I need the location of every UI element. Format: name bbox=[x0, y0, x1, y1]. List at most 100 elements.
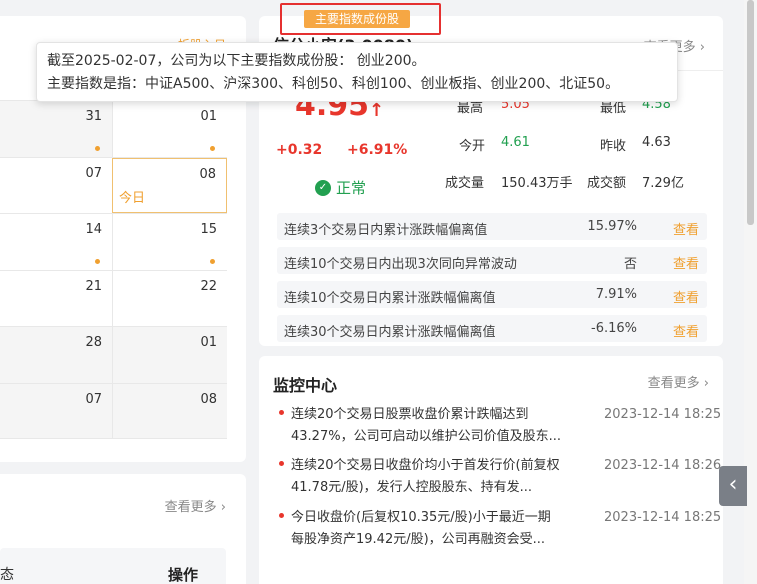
chevron-left-icon: ‹ bbox=[728, 472, 738, 497]
calendar-day[interactable]: 07 bbox=[0, 383, 112, 438]
chevron-right-icon: › bbox=[703, 376, 709, 391]
view-link[interactable]: 查看 bbox=[673, 253, 699, 272]
day-number: 01 bbox=[200, 335, 217, 350]
calendar-day[interactable]: 21 bbox=[0, 270, 112, 326]
monitor-title: 监控中心 bbox=[273, 376, 338, 395]
stat-volume: 成交量 bbox=[445, 172, 484, 191]
bullet-icon bbox=[279, 513, 284, 518]
stat-label: 昨收 bbox=[600, 139, 627, 154]
today-label: 今日 bbox=[119, 191, 146, 206]
metric-row: 连续10个交易日内出现3次同向异常波动 否 查看 bbox=[277, 247, 707, 274]
calendar-day[interactable]: 07 bbox=[0, 157, 112, 213]
view-more-label: 查看更多 bbox=[164, 500, 217, 515]
event-dot bbox=[95, 258, 100, 264]
tooltip-line: 截至2025-02-07，公司为以下主要指数成份股： 创业200。 bbox=[47, 53, 426, 69]
view-more-label: 查看更多 bbox=[647, 376, 700, 391]
collapse-panel-button[interactable]: ‹ bbox=[719, 466, 747, 506]
stat-amount: 成交额 bbox=[587, 172, 626, 191]
metric-label: 连续3个交易日内累计涨跌幅偏离值 bbox=[284, 223, 488, 238]
calendar-day[interactable]: 08 bbox=[112, 383, 227, 438]
column-header-actions: 操作 bbox=[167, 566, 198, 584]
stat-label: 成交量 bbox=[445, 176, 485, 191]
metric-value: -6.16% bbox=[591, 321, 637, 336]
calendar-row: 07 08 bbox=[0, 382, 227, 439]
day-number: 08 bbox=[200, 391, 217, 407]
day-number: 22 bbox=[200, 278, 217, 294]
highlight-box bbox=[280, 3, 441, 35]
price-change: +0.32 bbox=[276, 142, 323, 158]
metric-value: 15.97% bbox=[587, 219, 637, 234]
event-dot bbox=[210, 258, 215, 264]
monitor-text: 连续20个交易日股票收盘价累计跌幅达到43.27%，公司可启动以维护公司价值及股… bbox=[291, 407, 561, 444]
stat-label: 成交额 bbox=[587, 176, 627, 191]
calendar-day[interactable]: 01 bbox=[112, 101, 227, 157]
stat-open-value: 4.61 bbox=[501, 135, 530, 150]
price-change-pct: +6.91% bbox=[347, 142, 408, 158]
calendar-day[interactable]: 28 bbox=[0, 327, 112, 383]
scrollbar-thumb[interactable] bbox=[747, 0, 754, 225]
check-circle-icon: ✓ bbox=[315, 179, 331, 196]
metric-value: 7.91% bbox=[595, 287, 637, 302]
view-link[interactable]: 查看 bbox=[673, 321, 699, 340]
day-number: 15 bbox=[200, 222, 217, 237]
calendar-day[interactable]: 01 bbox=[112, 327, 227, 383]
event-dot bbox=[210, 145, 215, 151]
view-link[interactable]: 查看 bbox=[673, 219, 699, 238]
metric-label: 连续30个交易日内累计涨跌幅偏离值 bbox=[284, 325, 496, 340]
monitor-text: 今日收盘价(后复权10.35元/股)小于最近一期每股净资产19.42元/股)，公… bbox=[291, 510, 551, 547]
index-tooltip: 截至2025-02-07，公司为以下主要指数成份股： 创业200。 主要指数是指… bbox=[36, 42, 678, 102]
view-more-link[interactable]: 查看更多 › bbox=[648, 372, 709, 391]
metric-label: 连续10个交易日内出现3次同向异常波动 bbox=[284, 257, 517, 272]
calendar-row: 28 01 bbox=[0, 326, 227, 383]
tooltip-line: 主要指数是指：中证A500、沪深300、科创50、科创100、创业板指、创业20… bbox=[47, 76, 620, 92]
calendar-row: 14 15 bbox=[0, 213, 227, 270]
metric-row: 连续10个交易日内累计涨跌幅偏离值 7.91% 查看 bbox=[277, 281, 707, 308]
metric-row: 连续3个交易日内累计涨跌幅偏离值 15.97% 查看 bbox=[277, 213, 707, 240]
bullet-icon bbox=[279, 410, 284, 415]
stat-label: 最低 bbox=[600, 101, 627, 116]
monitor-text: 连续20个交易日收盘价均小于首发行价(前复权41.78元/股)，发行人控股股东、… bbox=[291, 458, 560, 495]
monitor-date: 2023-12-14 18:25 bbox=[604, 407, 722, 422]
calendar-day[interactable]: 14 bbox=[0, 214, 112, 270]
column-header: 态 bbox=[0, 567, 14, 583]
view-more-link[interactable]: 查看更多 › bbox=[165, 496, 226, 515]
calendar-grid: 31 01 07 08 今日 14 15 21 22 28 01 07 08 bbox=[0, 100, 227, 439]
calendar-day[interactable]: 15 bbox=[112, 214, 227, 270]
metric-row: 连续30个交易日内累计涨跌幅偏离值 -6.16% 查看 bbox=[277, 315, 707, 342]
monitor-card: 监控中心 查看更多 › 连续20个交易日股票收盘价累计跌幅达到43.27%，公司… bbox=[259, 356, 723, 584]
stat-amount-value: 7.29亿 bbox=[642, 176, 684, 191]
monitor-item[interactable]: 今日收盘价(后复权10.35元/股)小于最近一期每股净资产19.42元/股)，公… bbox=[277, 507, 721, 551]
stat-volume-value: 150.43万手 bbox=[501, 176, 573, 191]
stat-prev: 昨收 bbox=[600, 135, 626, 154]
metric-label: 连续10个交易日内累计涨跌幅偏离值 bbox=[284, 291, 496, 306]
monitor-item[interactable]: 连续20个交易日股票收盘价累计跌幅达到43.27%，公司可启动以维护公司价值及股… bbox=[277, 404, 721, 448]
chevron-right-icon: › bbox=[699, 40, 705, 55]
stat-label: 今开 bbox=[459, 139, 486, 154]
calendar-row: 21 22 bbox=[0, 269, 227, 326]
monitor-date: 2023-12-14 18:25 bbox=[604, 510, 722, 525]
chevron-right-icon: › bbox=[220, 500, 226, 515]
calendar-row: 31 01 bbox=[0, 100, 227, 157]
monitor-item[interactable]: 连续20个交易日收盘价均小于首发行价(前复权41.78元/股)，发行人控股股东、… bbox=[277, 455, 721, 499]
day-number: 31 bbox=[85, 109, 102, 124]
stat-open: 今开 bbox=[459, 135, 485, 154]
event-dot bbox=[95, 145, 100, 151]
calendar-day[interactable]: 31 bbox=[0, 101, 112, 157]
status-label: 正常 bbox=[336, 179, 367, 197]
calendar-day[interactable]: 22 bbox=[112, 270, 227, 326]
day-number: 07 bbox=[85, 165, 102, 181]
day-number: 28 bbox=[85, 335, 102, 350]
arrow-up-icon: ↑ bbox=[369, 100, 385, 121]
view-link[interactable]: 查看 bbox=[673, 287, 699, 306]
table-header: 态 操作 bbox=[0, 548, 226, 584]
monitor-date: 2023-12-14 18:26 bbox=[604, 458, 722, 473]
day-number: 21 bbox=[85, 278, 102, 294]
day-number: 01 bbox=[200, 109, 217, 124]
bullet-icon bbox=[279, 461, 284, 466]
calendar-day-today[interactable]: 08 今日 bbox=[112, 157, 227, 213]
trading-status: ✓ 正常 bbox=[315, 177, 366, 198]
calendar-row: 07 08 今日 bbox=[0, 156, 227, 213]
day-number: 14 bbox=[85, 222, 102, 237]
day-number: 07 bbox=[85, 391, 102, 407]
metric-value: 否 bbox=[623, 257, 637, 272]
